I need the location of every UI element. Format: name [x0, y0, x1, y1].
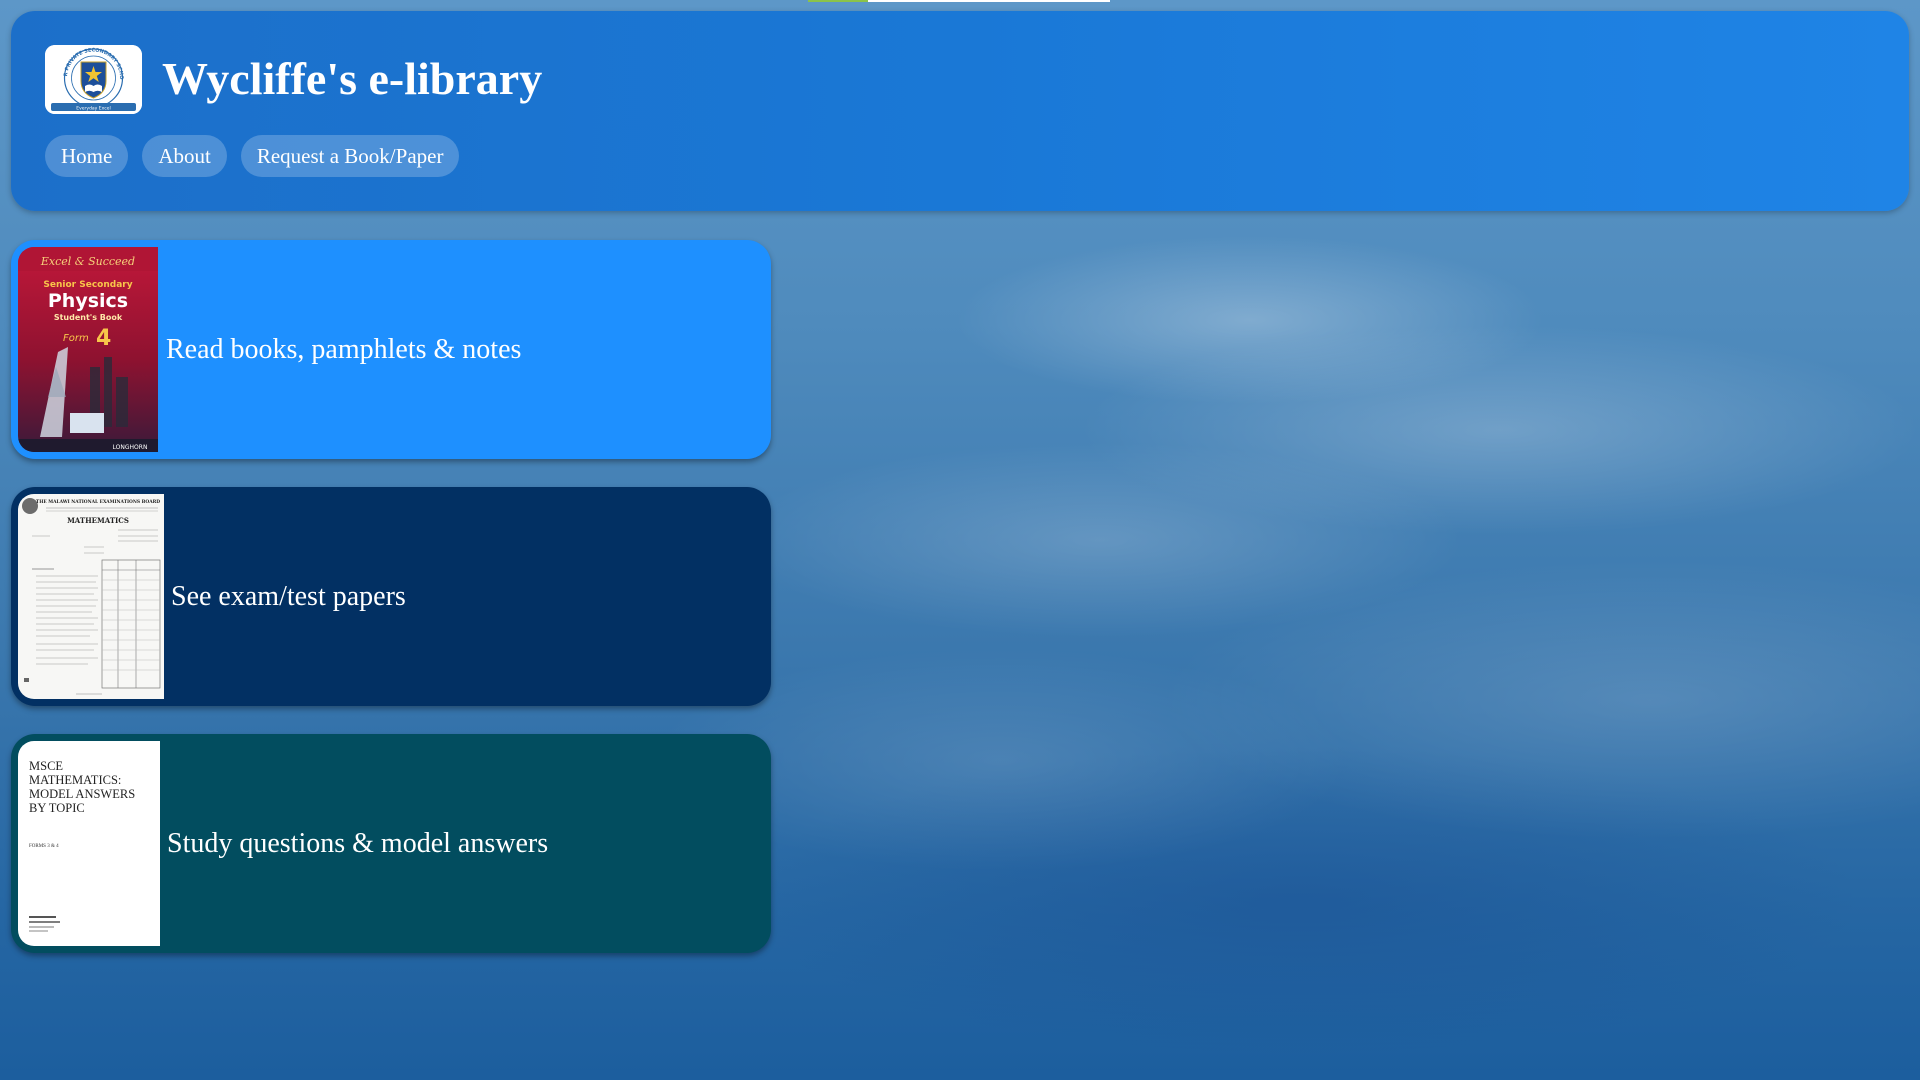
cover-series: Excel & Succeed	[40, 255, 135, 268]
paper-subject: MATHEMATICS	[67, 516, 129, 525]
page-loading-bar	[808, 0, 1110, 2]
card-model-answers-label: Study questions & model answers	[167, 828, 549, 859]
card-books-label: Read books, pamphlets & notes	[166, 334, 522, 365]
card-exam-papers-label: See exam/test papers	[171, 581, 406, 612]
cover-level: Senior Secondary	[43, 280, 132, 290]
model-answers-book-thumbnail: MSCE MATHEMATICS: MODEL ANSWERS BY TOPIC…	[18, 741, 160, 946]
card-model-answers[interactable]: MSCE MATHEMATICS: MODEL ANSWERS BY TOPIC…	[11, 734, 771, 953]
school-crest-icon: Everyday Excel STAR PRIVATE SECONDARY SC…	[45, 45, 142, 114]
paper-board: THE MALAWI NATIONAL EXAMINATIONS BOARD	[36, 500, 160, 505]
nav-home-link[interactable]: Home	[45, 135, 129, 177]
cover-form-number: 4	[96, 326, 111, 351]
loading-bar-progress	[808, 0, 868, 2]
nav-about-link[interactable]: About	[142, 135, 227, 177]
cover-type: Student's Book	[54, 313, 123, 322]
book-forms: FORMS 3 & 4	[29, 844, 59, 849]
physics-book-cover-thumbnail: Excel & Succeed Senior Secondary Physics…	[18, 247, 158, 452]
cover-subject: Physics	[48, 290, 128, 312]
cover-publisher: LONGHORN	[113, 444, 148, 451]
main-nav: Home About Request a Book/Paper	[45, 135, 460, 177]
school-logo: Everyday Excel STAR PRIVATE SECONDARY SC…	[45, 45, 142, 114]
logo-motto: Everyday Excel	[76, 106, 110, 112]
book-title-line-2: MATHEMATICS:	[29, 773, 121, 787]
book-title-line-3: MODEL ANSWERS	[29, 787, 135, 801]
card-exam-papers[interactable]: THE MALAWI NATIONAL EXAMINATIONS BOARD M…	[11, 487, 771, 706]
exam-paper-thumbnail: THE MALAWI NATIONAL EXAMINATIONS BOARD M…	[18, 494, 164, 699]
site-title: Wycliffe's e-library	[162, 53, 543, 104]
book-title-line-4: BY TOPIC	[29, 801, 85, 815]
nav-request-link[interactable]: Request a Book/Paper	[240, 135, 460, 177]
card-books[interactable]: Excel & Succeed Senior Secondary Physics…	[11, 240, 771, 459]
cover-form-word: Form	[63, 333, 89, 344]
site-header: Everyday Excel STAR PRIVATE SECONDARY SC…	[11, 11, 1909, 211]
book-title-line-1: MSCE	[29, 759, 63, 773]
